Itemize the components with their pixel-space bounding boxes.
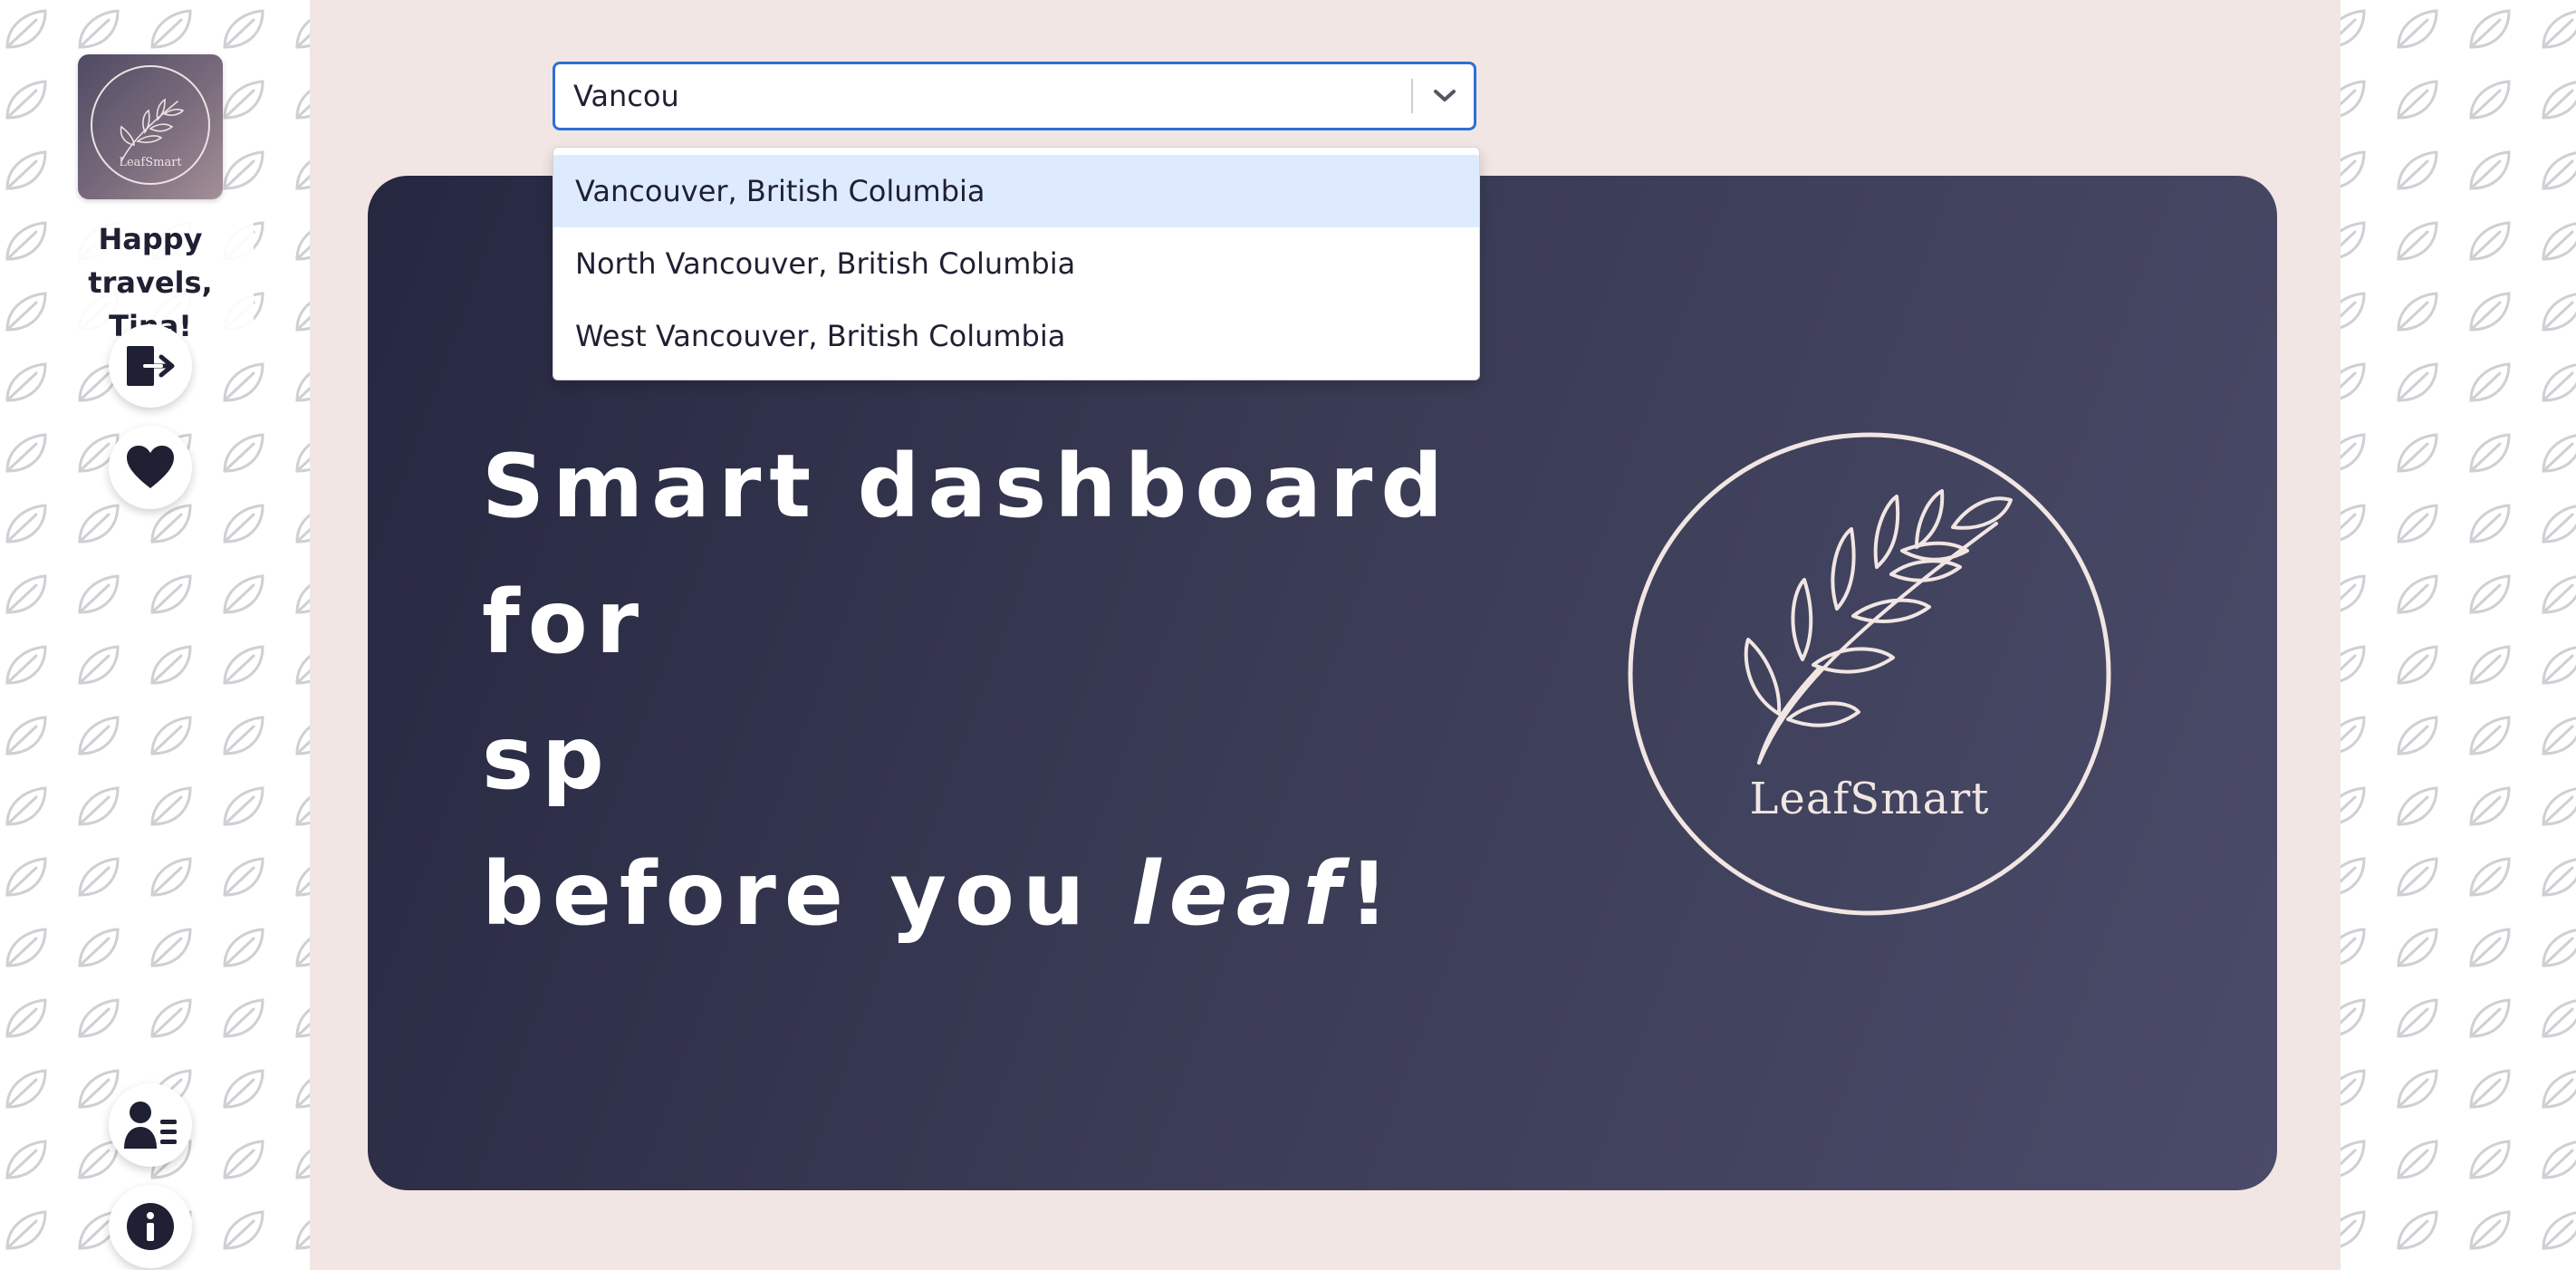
chevron-down-icon — [1434, 90, 1456, 101]
hero-line-4-suffix: ! — [1349, 843, 1398, 945]
leafsmart-logo-icon — [91, 65, 210, 185]
leafsmart-logo-tile[interactable]: LeafSmart — [78, 54, 223, 199]
info-icon — [127, 1203, 174, 1250]
hero-line-4-emphasis: leaf — [1130, 843, 1350, 945]
hero-line-4-prefix: before you — [482, 843, 1131, 945]
logo-text: LeafSmart — [119, 156, 182, 169]
city-option[interactable]: Vancouver, British Columbia — [553, 155, 1479, 227]
user-profile-button[interactable] — [109, 1083, 192, 1167]
hero-line-3: sp — [482, 707, 612, 809]
search-separator — [1411, 79, 1413, 113]
logout-button[interactable] — [109, 324, 192, 408]
user-list-icon — [124, 1102, 177, 1149]
city-option[interactable]: North Vancouver, British Columbia — [553, 227, 1479, 300]
leafsmart-hero-logo-icon — [1628, 432, 2111, 916]
logout-icon — [127, 346, 175, 386]
city-option[interactable]: West Vancouver, British Columbia — [553, 300, 1479, 372]
city-options-menu: Vancouver, British Columbia North Vancou… — [553, 147, 1480, 380]
city-search-select[interactable] — [553, 62, 1476, 130]
hero-line-1: Smart dashboard — [482, 436, 1452, 537]
favorites-button[interactable] — [109, 426, 192, 509]
greeting-line-1: Happy — [98, 222, 203, 256]
hero-headline: Smart dashboard for sp before you leaf! — [482, 419, 1478, 962]
city-search-input[interactable] — [555, 64, 1407, 128]
dropdown-toggle[interactable] — [1416, 64, 1474, 128]
hero-line-4: before you leaf! — [482, 826, 1478, 962]
info-button[interactable] — [109, 1185, 192, 1268]
heart-icon — [127, 446, 174, 488]
hero-line-2: for — [482, 572, 648, 673]
hero-logo-text: LeafSmart — [1749, 774, 1990, 824]
